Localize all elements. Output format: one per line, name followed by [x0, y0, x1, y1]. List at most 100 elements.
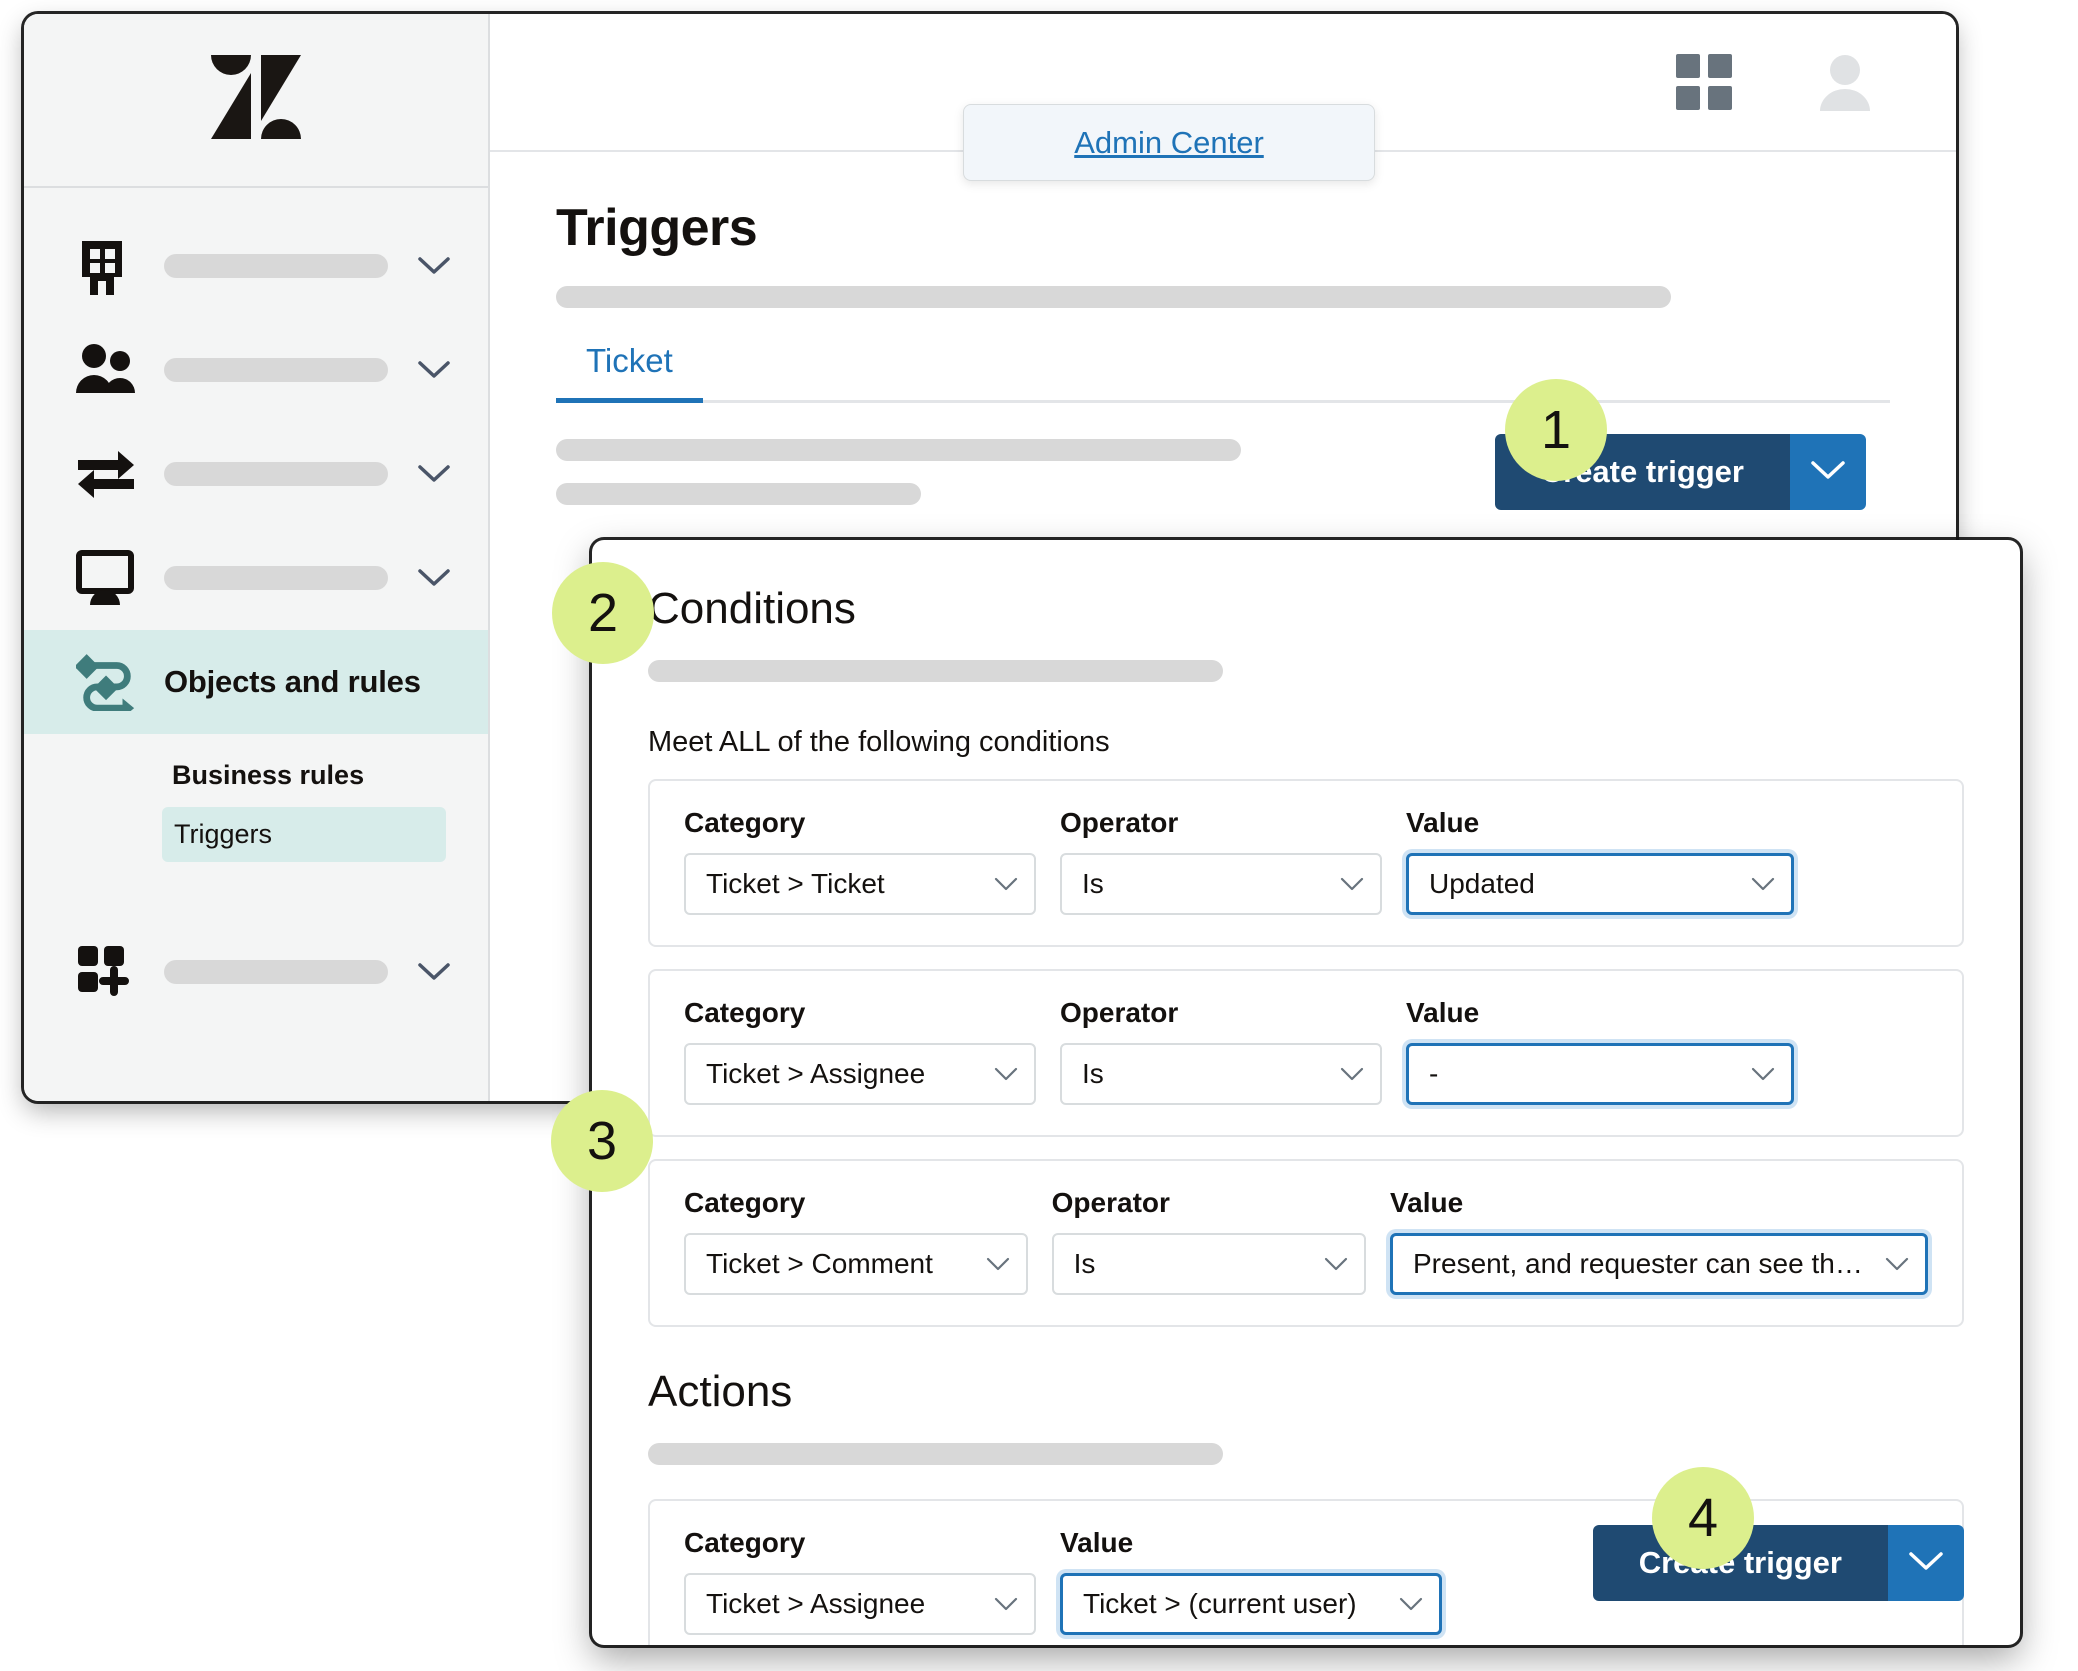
page-title: Triggers — [556, 199, 758, 257]
condition-row: Category Ticket > Assignee Operator Is V… — [648, 969, 1964, 1137]
objects-and-rules-icon — [76, 653, 138, 711]
callout-badge-1: 1 — [1505, 379, 1607, 481]
apps-add-icon — [76, 944, 138, 1000]
sidebar: Objects and rules Business rules Trigger… — [24, 14, 490, 1101]
tab-bar: Ticket — [556, 342, 1890, 403]
callout-badge-4: 4 — [1652, 1467, 1754, 1569]
chevron-down-icon — [994, 876, 1018, 892]
condition-operator-value: Is — [1073, 1248, 1096, 1279]
actions-heading: Actions — [648, 1367, 793, 1416]
action-category-select[interactable]: Ticket > Assignee — [684, 1573, 1036, 1635]
condition-value-select[interactable]: - — [1406, 1043, 1794, 1105]
condition-value-value: Updated — [1429, 868, 1535, 899]
sidebar-item-objects-and-rules[interactable]: Objects and rules — [24, 630, 488, 734]
condition-category-select[interactable]: Ticket > Comment — [684, 1233, 1028, 1295]
chevron-down-icon — [994, 1066, 1018, 1082]
action-category-field: Category Ticket > Assignee — [684, 1527, 1036, 1635]
condition-operator-field: Operator Is — [1060, 807, 1382, 915]
sidebar-item-channels[interactable] — [24, 422, 488, 526]
sidebar-item-triggers[interactable]: Triggers — [162, 807, 446, 862]
sidebar-sub-list: Business rules Triggers — [24, 734, 488, 862]
condition-value-select[interactable]: Updated — [1406, 853, 1794, 915]
action-value-field: Value Ticket > (current user) — [1060, 1527, 1442, 1635]
condition-row: Category Ticket > Ticket Operator Is Val… — [648, 779, 1964, 947]
action-value-select[interactable]: Ticket > (current user) — [1060, 1573, 1442, 1635]
conditions-heading: Conditions — [648, 584, 856, 633]
transfer-arrows-icon — [76, 446, 138, 502]
conditions-description-placeholder — [648, 660, 1223, 682]
grid-apps-icon[interactable] — [1676, 54, 1732, 110]
chevron-down-icon — [1340, 1066, 1364, 1082]
condition-operator-select[interactable]: Is — [1060, 853, 1382, 915]
chevron-down-icon — [1399, 1596, 1423, 1612]
chevron-down-icon[interactable] — [414, 464, 454, 484]
condition-operator-field: Operator Is — [1060, 997, 1382, 1105]
sidebar-item-label-placeholder — [164, 358, 388, 382]
sidebar-item-workspaces[interactable] — [24, 526, 488, 630]
create-trigger-dropdown-button[interactable] — [1790, 434, 1866, 510]
tab-ticket[interactable]: Ticket — [556, 342, 703, 403]
field-label-operator: Operator — [1060, 997, 1179, 1028]
sidebar-item-label-placeholder — [164, 254, 388, 278]
create-trigger-button-group-bottom: Create trigger — [1592, 1525, 1964, 1601]
chevron-down-icon — [1810, 459, 1846, 486]
admin-center-popover[interactable]: Admin Center — [963, 104, 1375, 181]
condition-operator-select[interactable]: Is — [1051, 1233, 1366, 1295]
condition-category-select[interactable]: Ticket > Ticket — [684, 853, 1036, 915]
condition-category-field: Category Ticket > Ticket — [684, 807, 1036, 915]
chevron-down-icon — [986, 1256, 1010, 1272]
condition-operator-field: Operator Is — [1051, 1187, 1366, 1295]
chevron-down-icon — [994, 1596, 1018, 1612]
action-value-value: Ticket > (current user) — [1083, 1588, 1357, 1619]
meet-all-conditions-text: Meet ALL of the following conditions — [648, 726, 1110, 758]
field-label-value: Value — [1406, 807, 1480, 838]
field-label-value: Value — [1406, 997, 1480, 1028]
sidebar-item-organizations[interactable] — [24, 214, 488, 318]
chevron-down-icon — [1908, 1550, 1944, 1577]
condition-category-value: Ticket > Comment — [706, 1248, 933, 1279]
list-placeholder-row — [556, 483, 921, 505]
screenshot-root: Objects and rules Business rules Trigger… — [0, 0, 2078, 1671]
chevron-down-icon — [1751, 1066, 1775, 1082]
sidebar-sub-heading: Business rules — [172, 760, 365, 790]
people-icon — [76, 343, 138, 397]
chevron-down-icon[interactable] — [414, 360, 454, 380]
sidebar-nav-list-bottom — [24, 862, 488, 1024]
field-label-value: Value — [1390, 1187, 1464, 1218]
page-description-placeholder — [556, 286, 1671, 308]
field-label-category: Category — [684, 1187, 806, 1218]
chevron-down-icon — [1885, 1256, 1909, 1272]
chevron-down-icon — [1340, 876, 1364, 892]
admin-center-link[interactable]: Admin Center — [1074, 125, 1264, 161]
field-label-category: Category — [684, 997, 806, 1028]
condition-operator-select[interactable]: Is — [1060, 1043, 1382, 1105]
field-label-category: Category — [684, 807, 806, 838]
condition-value-field: Value Present, and requester can see the… — [1390, 1187, 1928, 1295]
chevron-down-icon — [1324, 1256, 1348, 1272]
building-icon — [76, 237, 138, 295]
condition-value-select[interactable]: Present, and requester can see the comme… — [1390, 1233, 1928, 1295]
condition-category-field: Category Ticket > Comment — [684, 1187, 1028, 1295]
condition-category-select[interactable]: Ticket > Assignee — [684, 1043, 1036, 1105]
sidebar-item-apps-and-integrations[interactable] — [24, 920, 488, 1024]
field-label-value: Value — [1060, 1527, 1134, 1558]
condition-operator-value: Is — [1082, 868, 1104, 899]
field-label-operator: Operator — [1051, 1187, 1170, 1218]
chevron-down-icon[interactable] — [414, 568, 454, 588]
chevron-down-icon[interactable] — [414, 962, 454, 982]
field-label-operator: Operator — [1060, 807, 1179, 838]
actions-description-placeholder — [648, 1443, 1223, 1465]
create-trigger-dropdown-button[interactable] — [1888, 1525, 1964, 1601]
condition-value-value: Present, and requester can see the comme… — [1413, 1248, 1873, 1279]
condition-operator-value: Is — [1082, 1058, 1104, 1089]
condition-row: Category Ticket > Comment Operator Is Va… — [648, 1159, 1964, 1327]
sidebar-item-label: Objects and rules — [164, 664, 421, 699]
condition-category-field: Category Ticket > Assignee — [684, 997, 1036, 1105]
condition-value-field: Value - — [1406, 997, 1794, 1105]
chevron-down-icon[interactable] — [414, 256, 454, 276]
trigger-editor-body: Conditions Meet ALL of the following con… — [592, 540, 2020, 1645]
sidebar-item-people[interactable] — [24, 318, 488, 422]
user-avatar-icon[interactable] — [1818, 53, 1872, 111]
sidebar-logo[interactable] — [24, 14, 488, 188]
condition-category-value: Ticket > Ticket — [706, 868, 885, 899]
